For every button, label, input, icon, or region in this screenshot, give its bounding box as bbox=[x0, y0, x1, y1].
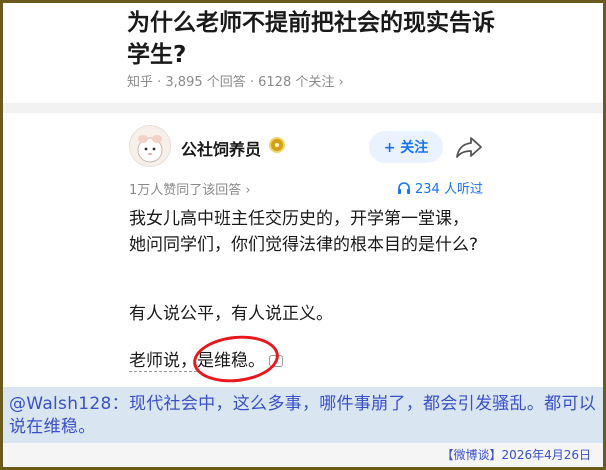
listen-label: 234 人听过 bbox=[415, 182, 483, 197]
footer-source: 【微博谈】2026年4月26日 bbox=[441, 448, 591, 462]
follow-button[interactable]: + 关注 bbox=[369, 131, 443, 163]
badge-icon bbox=[269, 137, 285, 153]
answer-paragraph: 我女儿高中班主任交历史的，开学第一堂课，她问同学们，你们觉得法律的根本目的是什么… bbox=[129, 209, 479, 255]
answer-paragraph-highlight: 老师说，是维稳。 bbox=[129, 348, 481, 374]
divider bbox=[3, 103, 603, 113]
answer-paragraph: 有人说公平，有人说正义。 bbox=[129, 304, 333, 324]
author-name[interactable]: 公社饲养员 bbox=[181, 136, 261, 160]
caption-box: @Walsh128：现代社会中，这么多事，哪件事崩了，都会引发骚乱。都可以说在维… bbox=[3, 387, 603, 443]
question-title[interactable]: 为什么老师不提前把社会的现实告诉学生? bbox=[127, 7, 497, 71]
caption-text: @Walsh128：现代社会中，这么多事，哪件事崩了，都会引发骚乱。都可以说在维… bbox=[9, 394, 597, 437]
avatar-image-icon bbox=[137, 135, 163, 163]
screenshot-frame: 为什么老师不提前把社会的现实告诉学生? 知乎 · 3,895 个回答 · 612… bbox=[3, 3, 603, 467]
annotated-text[interactable]: 老师说， bbox=[129, 351, 197, 372]
answer-card: 为什么老师不提前把社会的现实告诉学生? 知乎 · 3,895 个回答 · 612… bbox=[3, 3, 603, 387]
question-meta[interactable]: 知乎 · 3,895 个回答 · 6128 个关注 › bbox=[127, 71, 344, 90]
listen-count[interactable]: 234 人听过 bbox=[397, 178, 483, 197]
avatar[interactable] bbox=[129, 125, 171, 167]
share-icon[interactable] bbox=[455, 135, 483, 159]
red-circle-annotation bbox=[190, 331, 282, 387]
upvote-count[interactable]: 1万人赞同了该回答 › bbox=[129, 179, 251, 198]
headphone-icon bbox=[398, 181, 410, 194]
